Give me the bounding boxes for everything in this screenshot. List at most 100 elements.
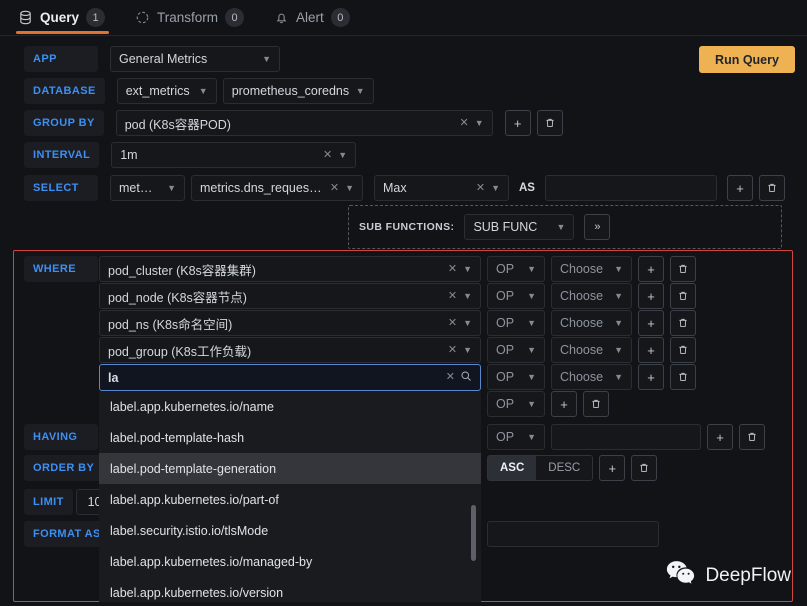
where-add-button[interactable]: + xyxy=(638,256,664,282)
transform-icon xyxy=(135,10,150,25)
list-item[interactable]: label.pod-template-generation xyxy=(99,453,481,484)
close-icon[interactable]: ✕ xyxy=(448,290,457,302)
where-value: Choose xyxy=(560,262,604,276)
search-icon[interactable] xyxy=(460,370,472,385)
order-asc-button[interactable]: ASC xyxy=(488,456,537,480)
interval-select[interactable]: 1m ✕ ▼ xyxy=(111,142,357,168)
where-add-button[interactable]: + xyxy=(551,391,577,417)
close-icon[interactable]: ✕ xyxy=(446,372,455,383)
order-desc-button[interactable]: DESC xyxy=(536,456,593,480)
chevron-down-icon: ▼ xyxy=(527,317,536,328)
where-value-select[interactable]: Choose ▼ xyxy=(551,256,632,282)
search-input-value: la xyxy=(108,370,119,385)
tag-autocomplete-dropdown[interactable]: label.app.kubernetes.io/name label.pod-t… xyxy=(99,391,481,602)
where-op-value: OP xyxy=(496,397,515,411)
where-value-select[interactable]: Choose ▼ xyxy=(551,283,632,309)
where-delete-button[interactable] xyxy=(670,283,696,309)
where-tag-value: pod_cluster (K8s容器集群) xyxy=(108,263,256,278)
list-item[interactable]: label.security.istio.io/tlsMode xyxy=(99,515,481,546)
where-value: Choose xyxy=(560,289,604,303)
group-by-delete-button[interactable] xyxy=(536,110,563,136)
where-op-select[interactable]: OP ▼ xyxy=(487,337,545,363)
where-delete-button[interactable] xyxy=(670,337,696,363)
select-function-select[interactable]: Max ✕ ▼ xyxy=(374,175,509,201)
where-value-select[interactable]: Choose ▼ xyxy=(551,310,632,336)
where-delete-button[interactable] xyxy=(583,391,609,417)
having-add-button[interactable]: + xyxy=(707,424,733,450)
list-item[interactable]: label.app.kubernetes.io/managed-by xyxy=(99,546,481,577)
list-item[interactable]: label.app.kubernetes.io/version xyxy=(99,577,481,602)
where-value-select[interactable]: Choose ▼ xyxy=(551,364,632,390)
group-by-select[interactable]: pod (K8s容器POD) ✕ ▼ xyxy=(115,110,493,136)
as-label: AS xyxy=(519,182,535,194)
close-icon[interactable]: ✕ xyxy=(330,182,339,194)
select-delete-button[interactable] xyxy=(758,175,785,201)
order-by-delete-button[interactable] xyxy=(631,455,658,481)
group-by-add-button[interactable]: + xyxy=(504,110,531,136)
dropdown-scrollbar[interactable] xyxy=(471,505,476,561)
sub-function-select[interactable]: SUB FUNC ▼ xyxy=(464,214,575,240)
where-controls-3: OP ▼ Choose ▼ + xyxy=(487,337,696,363)
order-direction-toggle[interactable]: ASC DESC xyxy=(487,455,594,481)
chevron-down-icon: ▼ xyxy=(167,182,176,193)
chevron-down-icon: ▼ xyxy=(614,317,623,328)
close-icon[interactable]: ✕ xyxy=(448,344,457,356)
close-icon[interactable]: ✕ xyxy=(323,149,332,161)
as-input[interactable] xyxy=(544,175,717,201)
chevron-down-icon: ▼ xyxy=(556,221,566,232)
tab-transform[interactable]: Transform 0 xyxy=(117,0,256,36)
sub-functions-expand-button[interactable]: » xyxy=(584,214,611,240)
having-value-input[interactable] xyxy=(551,424,701,450)
app-select[interactable]: General Metrics ▼ xyxy=(110,46,280,72)
having-controls: OP ▼ + xyxy=(487,424,765,450)
where-delete-button[interactable] xyxy=(670,256,696,282)
where-add-button[interactable]: + xyxy=(638,364,664,390)
where-add-button[interactable]: + xyxy=(638,283,664,309)
select-metric-select[interactable]: metrics.dns_requests… ✕ ▼ xyxy=(191,175,363,201)
where-tag-2[interactable]: pod_ns (K8s命名空间) ✕ ▼ xyxy=(99,310,481,336)
chevron-down-icon: ▼ xyxy=(355,85,365,96)
chevron-down-icon: ▼ xyxy=(463,290,472,301)
where-op-select[interactable]: OP ▼ xyxy=(487,391,545,417)
having-delete-button[interactable] xyxy=(739,424,765,450)
watermark: DeepFlow xyxy=(666,560,791,592)
where-op-select[interactable]: OP ▼ xyxy=(487,310,545,336)
close-icon[interactable]: ✕ xyxy=(460,117,469,129)
list-item[interactable]: label.app.kubernetes.io/name xyxy=(99,391,481,422)
where-op-select[interactable]: OP ▼ xyxy=(487,364,545,390)
where-tag-3[interactable]: pod_group (K8s工作负载) ✕ ▼ xyxy=(99,337,481,363)
run-query-button[interactable]: Run Query xyxy=(699,46,795,73)
where-delete-button[interactable] xyxy=(670,310,696,336)
having-op-select[interactable]: OP ▼ xyxy=(487,424,545,450)
tab-alert[interactable]: Alert 0 xyxy=(256,0,362,36)
tab-query[interactable]: Query 1 xyxy=(0,0,117,36)
where-value-select[interactable]: Choose ▼ xyxy=(551,337,632,363)
database-select[interactable]: ext_metrics ▼ xyxy=(116,78,217,104)
where-op-select[interactable]: OP ▼ xyxy=(487,256,545,282)
list-item[interactable]: label.pod-template-hash xyxy=(99,422,481,453)
chevron-down-icon: ▼ xyxy=(527,290,536,301)
where-tag-0[interactable]: pod_cluster (K8s容器集群) ✕ ▼ xyxy=(99,256,481,282)
close-icon[interactable]: ✕ xyxy=(448,317,457,329)
chevron-down-icon: ▼ xyxy=(527,431,536,442)
where-delete-button[interactable] xyxy=(670,364,696,390)
where-add-button[interactable]: + xyxy=(638,337,664,363)
table-select[interactable]: prometheus_coredns ▼ xyxy=(222,78,374,104)
list-item-label: label.app.kubernetes.io/managed-by xyxy=(110,554,313,569)
select-type-select[interactable]: met… ▼ xyxy=(110,175,185,201)
where-tag-search-input[interactable]: la ✕ xyxy=(99,364,481,391)
where-value: Choose xyxy=(560,343,604,357)
chevron-down-icon: ▼ xyxy=(463,263,472,274)
close-icon[interactable]: ✕ xyxy=(476,182,485,194)
where-value: Choose xyxy=(560,370,604,384)
where-add-button[interactable]: + xyxy=(638,310,664,336)
chevron-down-icon: ▼ xyxy=(527,344,536,355)
format-as-input[interactable] xyxy=(487,521,659,547)
list-item[interactable]: label.app.kubernetes.io/part-of xyxy=(99,484,481,515)
where-op-select[interactable]: OP ▼ xyxy=(487,283,545,309)
group-by-row: GROUP BY pod (K8s容器POD) ✕ ▼ + xyxy=(24,110,563,136)
order-by-add-button[interactable]: + xyxy=(599,455,626,481)
close-icon[interactable]: ✕ xyxy=(448,263,457,275)
select-add-button[interactable]: + xyxy=(726,175,753,201)
where-tag-1[interactable]: pod_node (K8s容器节点) ✕ ▼ xyxy=(99,283,481,309)
